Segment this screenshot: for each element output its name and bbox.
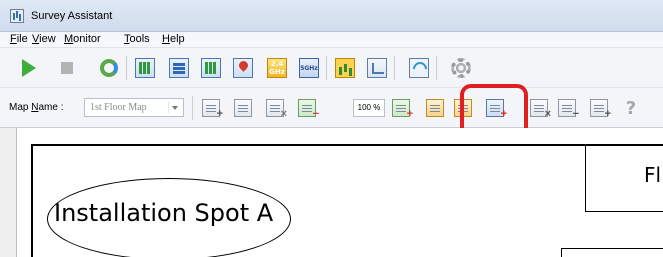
zoom-level-field[interactable]: 100 % [353,99,385,117]
signal-blue-view-button[interactable] [168,57,190,79]
signal-bars-icon [169,58,189,78]
toolbar-separator [436,56,437,80]
delete-map-icon: × [266,99,287,120]
undo-button[interactable]: ? [620,97,642,119]
toolbar-separator [126,56,127,80]
remove-spot-button[interactable]: − [556,97,579,120]
stop-icon [61,62,73,74]
wifi-icon [409,58,429,78]
map-location-button[interactable] [232,57,254,79]
add-spot-alt-button[interactable]: + [588,97,611,120]
zoom-in-button[interactable]: + [390,97,413,120]
menu-help[interactable]: Help [162,33,185,45]
map-name-value: 1st Floor Map [90,102,147,113]
start-survey-button[interactable] [18,57,40,79]
installation-spot-label: Installation Spot A [54,199,274,227]
menu-file[interactable]: File [10,33,28,45]
coverage-view-button[interactable] [200,57,222,79]
app-icon [10,9,24,23]
chevron-down-icon[interactable] [168,102,180,113]
map-toolbar: Map Name : 1st Floor Map + × − 100 % + +… [0,88,663,128]
play-icon [22,59,36,77]
undo-icon: ? [625,97,637,119]
stop-survey-button[interactable] [56,57,78,79]
settings-button[interactable] [450,57,472,79]
add-spot-alt-icon: + [590,99,611,120]
zoom-out-icon: − [298,99,319,120]
refresh-button[interactable] [98,57,120,79]
map-properties-button[interactable] [232,97,254,119]
menu-tools[interactable]: Tools [124,33,150,45]
menu-monitor[interactable]: Monitor [64,33,101,45]
band-24-line1: 2.4 [270,60,284,68]
band-5ghz-icon: 5GHz [299,58,319,78]
gear-icon [451,58,471,78]
report-chart-button[interactable] [334,57,356,79]
map-properties-icon [234,99,252,117]
fit-map-icon [426,99,444,117]
menu-view[interactable]: View [32,33,56,45]
main-toolbar: 2.4 GHz 5GHz [0,48,663,88]
map-name-label: Map Name : [9,102,64,113]
fit-map-button[interactable] [424,97,446,119]
wireless-settings-button[interactable] [408,57,430,79]
band-24ghz-icon: 2.4 GHz [267,58,287,78]
map-name-select[interactable]: 1st Floor Map [84,98,184,117]
floor-plan-room-box [561,248,663,257]
band-2-4ghz-button[interactable]: 2.4 GHz [266,57,288,79]
signal-grid-icon [135,58,155,78]
add-map-button[interactable]: + [200,97,223,120]
export-chart-button[interactable] [366,57,388,79]
title-bar: Survey Assistant [0,0,663,32]
menu-bar: File View Monitor Tools Help [0,32,663,48]
delete-map-button[interactable]: × [264,97,287,120]
toolbar-separator [394,56,395,80]
export-chart-icon [367,58,387,78]
toolbar-separator [192,96,193,120]
band-24-line2: GHz [269,68,285,76]
delete-installation-spot-button[interactable]: × [528,97,551,120]
bar-chart-icon [335,58,355,78]
add-map-icon: + [202,99,223,120]
band-5ghz-button[interactable]: 5GHz [298,57,320,79]
zoom-out-button[interactable]: − [296,97,319,120]
coverage-grid-icon [201,58,221,78]
refresh-icon [100,59,118,77]
map-pin-icon [233,58,253,78]
zoom-in-icon: + [392,99,413,120]
floor-label: Fl [644,163,662,187]
toolbar-separator [326,56,327,80]
delete-spot-icon: × [530,99,551,120]
remove-spot-icon: − [558,99,579,120]
window-title: Survey Assistant [31,10,113,22]
survey-assistant-window: Survey Assistant File View Monitor Tools… [0,0,663,257]
signal-view-button[interactable] [134,57,156,79]
